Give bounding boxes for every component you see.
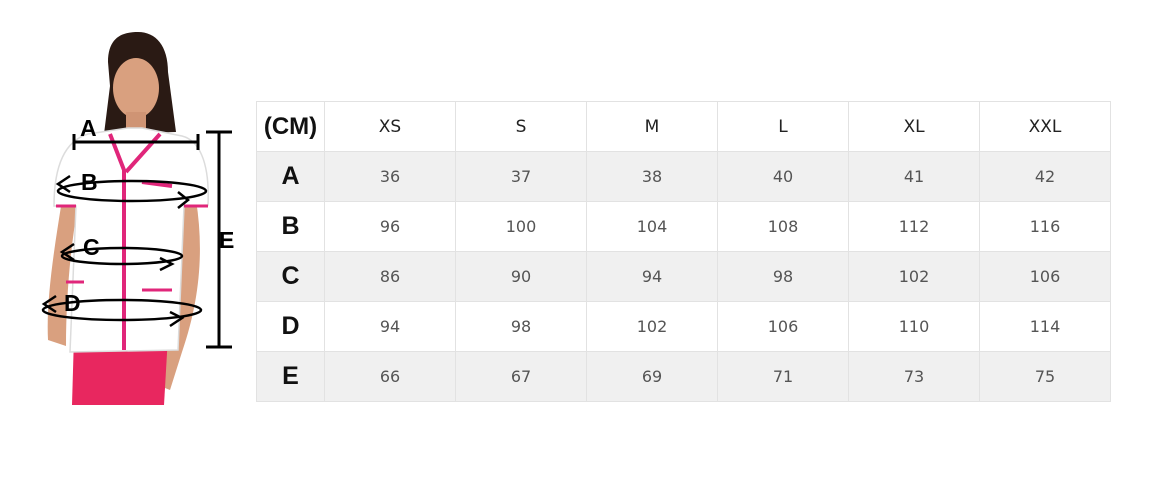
size-chart-table: (CM) XS S M L XL XXL A 36 37 38 40 41 42… xyxy=(256,101,1111,402)
table-cell: 112 xyxy=(848,201,980,252)
table-cell: 86 xyxy=(324,251,456,302)
table-row: A 36 37 38 40 41 42 xyxy=(256,151,1111,202)
table-cell: 114 xyxy=(979,301,1111,352)
face xyxy=(113,58,159,118)
row-label-d: D xyxy=(256,301,325,352)
table-row: C 86 90 94 98 102 106 xyxy=(256,251,1111,302)
table-cell: 71 xyxy=(717,351,849,402)
table-cell: 41 xyxy=(848,151,980,202)
table-cell: 102 xyxy=(586,301,718,352)
size-header-m: M xyxy=(586,101,718,152)
table-cell: 102 xyxy=(848,251,980,302)
table-cell: 40 xyxy=(717,151,849,202)
size-header-xl: XL xyxy=(848,101,980,152)
table-cell: 90 xyxy=(455,251,587,302)
measure-label-a: A xyxy=(80,115,97,141)
measure-label-e: E xyxy=(219,227,235,253)
table-row: B 96 100 104 108 112 116 xyxy=(256,201,1111,252)
model-figure xyxy=(41,32,232,405)
table-cell: 36 xyxy=(324,151,456,202)
measurement-illustration: A B C D E xyxy=(0,0,250,485)
measure-label-b: B xyxy=(81,169,98,195)
row-label-e: E xyxy=(256,351,325,402)
table-cell: 106 xyxy=(979,251,1111,302)
size-header-row: (CM) XS S M L XL XXL xyxy=(256,101,1111,152)
table-cell: 94 xyxy=(586,251,718,302)
row-label-c: C xyxy=(256,251,325,302)
table-cell: 110 xyxy=(848,301,980,352)
table-cell: 38 xyxy=(586,151,718,202)
table-cell: 96 xyxy=(324,201,456,252)
table-cell: 67 xyxy=(455,351,587,402)
table-cell: 42 xyxy=(979,151,1111,202)
table-row: D 94 98 102 106 110 114 xyxy=(256,301,1111,352)
size-header-xxl: XXL xyxy=(979,101,1111,152)
measure-label-c: C xyxy=(83,234,100,260)
table-cell: 116 xyxy=(979,201,1111,252)
table-row: E 66 67 69 71 73 75 xyxy=(256,351,1111,402)
table-cell: 104 xyxy=(586,201,718,252)
table-cell: 108 xyxy=(717,201,849,252)
row-label-a: A xyxy=(256,151,325,202)
table-cell: 100 xyxy=(455,201,587,252)
table-cell: 98 xyxy=(717,251,849,302)
unit-header: (CM) xyxy=(256,101,325,152)
size-header-xs: XS xyxy=(324,101,456,152)
table-cell: 73 xyxy=(848,351,980,402)
table-cell: 106 xyxy=(717,301,849,352)
table-cell: 75 xyxy=(979,351,1111,402)
table-cell: 66 xyxy=(324,351,456,402)
table-cell: 37 xyxy=(455,151,587,202)
measure-label-d: D xyxy=(64,290,81,316)
table-cell: 98 xyxy=(455,301,587,352)
size-header-s: S xyxy=(455,101,587,152)
size-header-l: L xyxy=(717,101,849,152)
table-cell: 69 xyxy=(586,351,718,402)
row-label-b: B xyxy=(256,201,325,252)
table-cell: 94 xyxy=(324,301,456,352)
